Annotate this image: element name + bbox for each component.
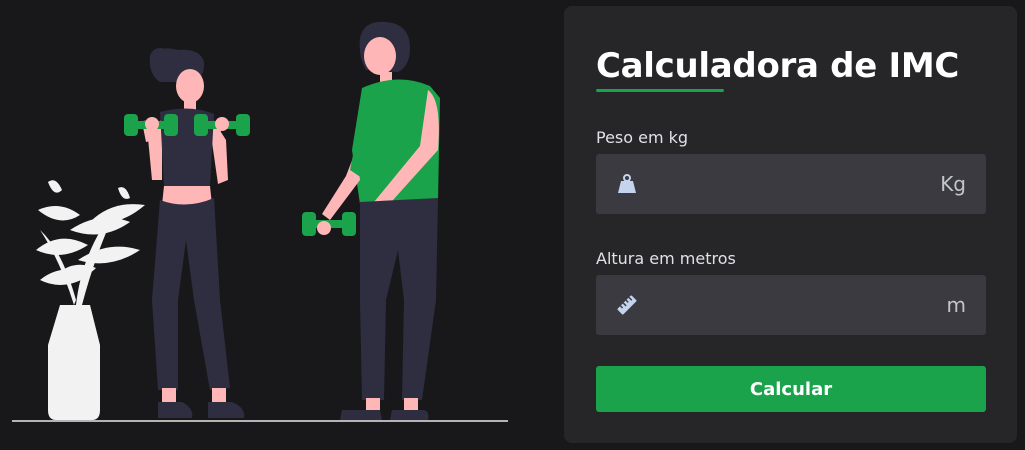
ruler-icon [617, 295, 637, 315]
weight-label: Peso em kg [596, 128, 689, 147]
plant [36, 180, 145, 420]
height-label: Altura em metros [596, 249, 736, 268]
weight-field[interactable]: Kg [596, 154, 986, 216]
title-underline [596, 89, 724, 92]
height-field[interactable]: m [596, 275, 986, 337]
fitness-illustration [12, 21, 508, 422]
bmi-calculator-card: Calculadora de IMC Peso em kg Kg Altura … [564, 6, 1017, 443]
weight-icon [618, 174, 636, 193]
weight-unit: Kg [940, 172, 966, 196]
height-input[interactable] [650, 275, 924, 337]
calculate-button[interactable]: Calcular [596, 366, 986, 412]
person-man [302, 21, 440, 420]
page-title: Calculadora de IMC [596, 46, 960, 86]
weight-input[interactable] [650, 154, 924, 216]
person-woman [124, 48, 250, 418]
height-unit: m [946, 293, 966, 317]
